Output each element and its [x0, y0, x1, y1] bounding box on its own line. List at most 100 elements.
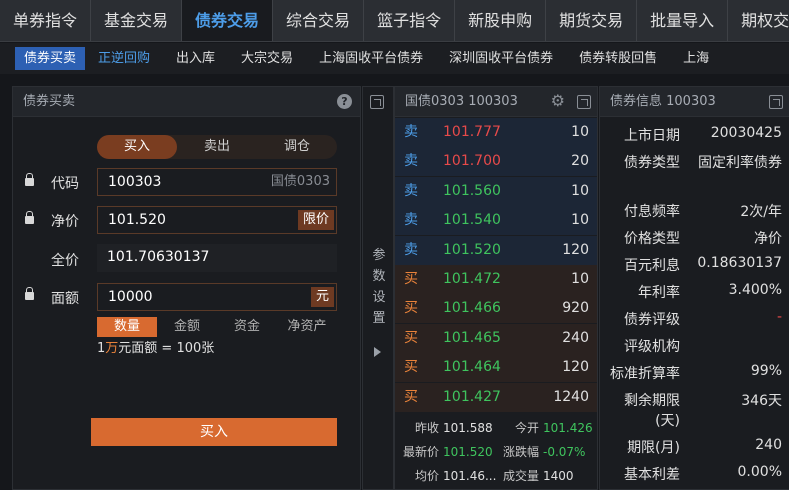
direction-sell[interactable]: 卖出 — [177, 135, 257, 159]
price-value[interactable]: 101.472 — [443, 265, 501, 294]
subtab-bond-buy-sell[interactable]: 债券买卖 — [15, 47, 86, 70]
trading-app: 单券指令 基金交易 债券交易 综合交易 篮子指令 新股申购 期货交易 批量导入 … — [0, 0, 789, 490]
side-label: 买 — [404, 271, 418, 287]
tab-single-order[interactable]: 单券指令 — [0, 0, 92, 41]
tab-futures-trading[interactable]: 期货交易 — [546, 0, 638, 41]
bid-row[interactable]: 买 101.464 120 — [395, 353, 597, 383]
avg-price-label: 均价 — [415, 469, 440, 483]
subtab-in-out-storage[interactable]: 出入库 — [163, 47, 228, 70]
trade-panel-header: 债券买卖 ? — [13, 87, 360, 117]
direction-selector: 买入 卖出 调仓 — [97, 135, 337, 159]
order-book-header: 国债0303 100303 ⚙ — [395, 87, 597, 117]
price-value[interactable]: 101.700 — [443, 147, 501, 176]
price-value[interactable]: 101.465 — [443, 324, 501, 353]
volume-value[interactable]: 120 — [562, 236, 589, 265]
tab-basket-order[interactable]: 篮子指令 — [364, 0, 456, 41]
maximize-icon[interactable] — [769, 95, 783, 109]
help-icon[interactable]: ? — [337, 94, 352, 109]
info-key: 标准折算率 — [610, 366, 680, 382]
volume-value[interactable]: 920 — [562, 294, 589, 323]
subtab-shenzhen-fixed-income[interactable]: 深圳固收平台债券 — [436, 47, 566, 70]
price-value[interactable]: 101.777 — [443, 118, 501, 147]
avg-price-value: 101.46... — [443, 469, 497, 483]
ask-row[interactable]: 卖 101.560 10 — [395, 176, 597, 206]
price-value[interactable]: 101.520 — [443, 236, 501, 265]
bid-row[interactable]: 买 101.427 1240 — [395, 382, 597, 412]
expand-arrow-icon[interactable] — [374, 347, 381, 357]
order-book-panel: 国债0303 100303 ⚙ 卖 101.777 10 卖 101.700 20 卖 101… — [394, 86, 598, 490]
subtab-shanghai-fixed-income[interactable]: 上海固收平台债券 — [306, 47, 436, 70]
info-key: 基本利差 — [624, 467, 680, 483]
side-label: 买 — [404, 300, 418, 317]
face-value-input[interactable]: 10000 元 — [97, 283, 337, 311]
volume-value[interactable]: 240 — [562, 324, 589, 353]
direction-buy[interactable]: 买入 — [97, 135, 177, 159]
tab-combined-trading[interactable]: 综合交易 — [273, 0, 365, 41]
lock-icon[interactable] — [25, 211, 34, 224]
subtab-block-trade[interactable]: 大宗交易 — [228, 47, 306, 70]
qty-mode-quantity[interactable]: 数量 — [97, 317, 157, 337]
net-price-input[interactable]: 101.520 限价 — [97, 206, 337, 234]
gear-icon[interactable]: ⚙ — [551, 92, 565, 110]
main-tab-bar: 单券指令 基金交易 债券交易 综合交易 篮子指令 新股申购 期货交易 批量导入 … — [0, 0, 789, 42]
side-label: 卖 — [404, 124, 418, 140]
code-label: 代码 — [51, 176, 79, 192]
bid-row[interactable]: 买 101.466 920 — [395, 294, 597, 324]
qty-mode-amount[interactable]: 金额 — [157, 317, 217, 337]
note-suffix: 元面额 = 100张 — [118, 341, 215, 356]
volume-value[interactable]: 10 — [571, 177, 589, 206]
tab-fund-trading[interactable]: 基金交易 — [91, 0, 183, 41]
subtab-bond-conversion[interactable]: 债券转股回售 — [566, 47, 670, 70]
limit-price-button[interactable]: 限价 — [297, 210, 334, 230]
last-price-value: 101.520 — [443, 445, 493, 459]
side-label: 卖 — [404, 153, 418, 170]
volume-value[interactable]: 120 — [562, 353, 589, 382]
tab-bond-trading[interactable]: 债券交易 — [182, 0, 274, 41]
volume-value[interactable]: 10 — [571, 206, 589, 235]
open-value: 101.426 — [543, 421, 593, 435]
subtab-shanghai-more[interactable]: 上海 — [670, 47, 722, 70]
volume-value[interactable]: 10 — [571, 118, 589, 147]
info-key: 债券类型 — [624, 155, 680, 171]
summary-row: 均价 101.46... 成交量 1400 — [395, 465, 597, 487]
ask-row[interactable]: 卖 101.777 10 — [395, 118, 597, 147]
qty-mode-net-assets[interactable]: 净资产 — [277, 317, 337, 337]
maximize-icon[interactable] — [370, 95, 384, 109]
info-value: 3.400% — [728, 282, 782, 298]
volume-value[interactable]: 20 — [571, 147, 589, 176]
price-value[interactable]: 101.540 — [443, 206, 501, 235]
info-key: 剩余期限(天) — [624, 393, 680, 429]
lock-icon[interactable] — [25, 173, 34, 186]
qty-mode-funds[interactable]: 资金 — [217, 317, 277, 337]
face-value-label: 面额 — [51, 291, 79, 307]
side-label: 卖 — [404, 182, 418, 199]
tab-batch-import[interactable]: 批量导入 — [637, 0, 729, 41]
maximize-icon[interactable] — [577, 95, 591, 109]
bid-row[interactable]: 买 101.465 240 — [395, 323, 597, 353]
lock-icon[interactable] — [25, 287, 34, 300]
tab-ipo-subscription[interactable]: 新股申购 — [455, 0, 547, 41]
volume-value[interactable]: 1240 — [553, 383, 589, 412]
ask-row[interactable]: 卖 101.540 10 — [395, 206, 597, 236]
parameter-settings-strip[interactable]: 参数设置 — [362, 86, 394, 490]
buy-button[interactable]: 买入 — [91, 418, 337, 446]
ask-row[interactable]: 卖 101.700 20 — [395, 147, 597, 177]
prev-close-label: 昨收 — [415, 421, 440, 435]
code-input[interactable]: 100303 国债0303 — [97, 168, 337, 196]
ask-row[interactable]: 卖 101.520 120 — [395, 235, 597, 265]
bid-row[interactable]: 买 101.472 10 — [395, 265, 597, 294]
info-value: 99% — [750, 363, 782, 379]
volume-value[interactable]: 10 — [571, 265, 589, 294]
price-value[interactable]: 101.466 — [443, 294, 501, 323]
tab-options-trading[interactable]: 期权交易 — [728, 0, 789, 41]
info-value: 20030425 — [710, 125, 782, 141]
side-label: 买 — [404, 359, 418, 376]
price-value[interactable]: 101.560 — [443, 177, 501, 206]
price-value[interactable]: 101.464 — [443, 353, 501, 382]
direction-rebalance[interactable]: 调仓 — [257, 135, 337, 159]
subtab-repo[interactable]: 正逆回购 — [85, 47, 163, 70]
price-value[interactable]: 101.427 — [443, 383, 501, 412]
info-value: - — [776, 309, 782, 325]
net-price-label: 净价 — [51, 214, 79, 230]
side-label: 卖 — [404, 241, 418, 258]
